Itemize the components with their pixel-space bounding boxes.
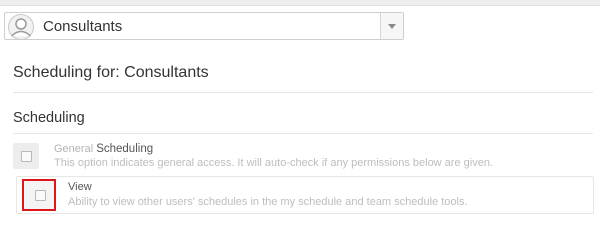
dropdown-button[interactable]: [380, 13, 403, 39]
group-select[interactable]: Consultants: [4, 12, 404, 40]
permission-label: Scheduling: [96, 143, 154, 155]
chevron-down-icon: [388, 24, 396, 29]
section-title: Scheduling: [13, 110, 85, 126]
avatar-icon: [8, 14, 34, 40]
permission-label: View: [68, 181, 92, 193]
general-scheduling-checkbox[interactable]: [21, 151, 32, 162]
permission-description: Ability to view other users' schedules i…: [68, 196, 468, 208]
permission-name: General Scheduling: [54, 143, 153, 155]
page-title: Scheduling for: Consultants: [13, 64, 209, 81]
top-strip: [0, 0, 600, 6]
group-select-value: Consultants: [43, 18, 123, 35]
permission-prefix: General: [54, 143, 94, 155]
highlight-box: [22, 179, 56, 211]
divider: [13, 92, 593, 93]
permission-view: View Ability to view other users' schedu…: [16, 176, 594, 214]
permission-description: This option indicates general access. It…: [54, 157, 493, 169]
permission-general-scheduling: General Scheduling This option indicates…: [13, 140, 593, 174]
divider: [13, 133, 593, 134]
checkbox-container: [13, 143, 39, 169]
